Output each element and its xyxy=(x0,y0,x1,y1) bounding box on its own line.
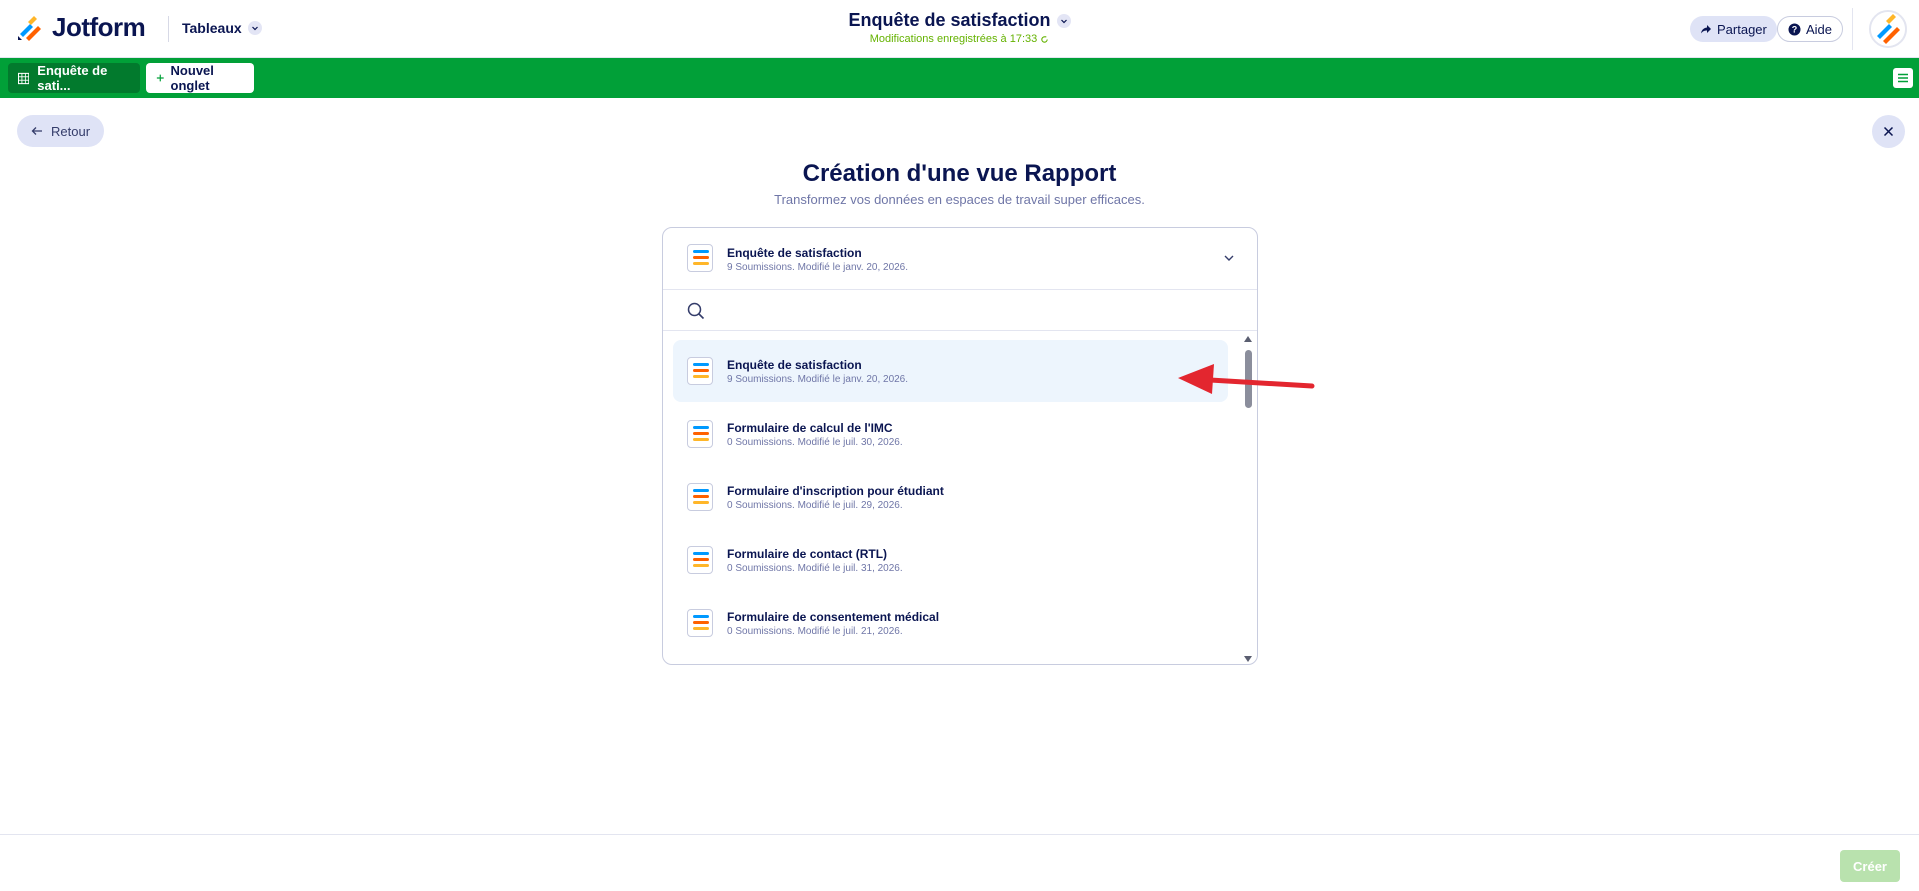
document-title[interactable]: Enquête de satisfaction xyxy=(848,10,1071,31)
annotation-arrow-icon xyxy=(1178,364,1315,394)
question-icon: ? xyxy=(1788,23,1801,35)
share-icon xyxy=(1701,25,1711,34)
document-title-area: Enquête de satisfaction Modifications en… xyxy=(0,10,1919,45)
form-icon xyxy=(687,546,713,574)
save-status: Modifications enregistrées à 17:33 xyxy=(0,33,1919,45)
share-button[interactable]: Partager xyxy=(1690,16,1777,42)
avatar-logo-icon xyxy=(1871,12,1905,46)
close-icon xyxy=(1883,126,1894,137)
list-item-title: Formulaire de calcul de l'IMC xyxy=(727,421,893,435)
refresh-icon xyxy=(1041,35,1049,43)
form-list: Enquête de satisfaction 9 Soumissions. M… xyxy=(663,332,1257,664)
scroll-down-arrow[interactable] xyxy=(1244,656,1252,662)
new-tab-label: Nouvel onglet xyxy=(170,63,214,93)
page-subtitle: Transformez vos données en espaces de tr… xyxy=(774,192,1145,207)
list-item-meta: 0 Soumissions. Modifié le juil. 29, 2026… xyxy=(727,500,903,511)
list-item-meta: 0 Soumissions. Modifié le juil. 30, 2026… xyxy=(727,437,903,448)
menu-button[interactable] xyxy=(1893,68,1913,88)
plus-icon xyxy=(156,74,164,82)
list-item[interactable]: Formulaire de calcul de l'IMC 0 Soumissi… xyxy=(673,403,1228,465)
close-button[interactable] xyxy=(1872,115,1905,148)
list-item[interactable]: Enquête de satisfaction 9 Soumissions. M… xyxy=(673,340,1228,402)
selected-form-meta: 9 Soumissions. Modifié le janv. 20, 2026… xyxy=(727,262,909,273)
tab-bar: Enquête de sati... Nouvel onglet xyxy=(0,58,1919,98)
help-label: Aide xyxy=(1806,21,1833,37)
form-selector-toggle[interactable]: Enquête de satisfaction 9 Soumissions. M… xyxy=(663,228,1257,290)
hamburger-icon xyxy=(1898,73,1908,83)
save-status-text: Modifications enregistrées à 17:33 xyxy=(869,33,1038,45)
form-icon xyxy=(687,357,713,385)
list-item-title: Enquête de satisfaction xyxy=(727,358,862,372)
tab-label: Enquête de sati... xyxy=(37,63,108,93)
new-tab-button[interactable]: Nouvel onglet xyxy=(146,63,254,93)
chevron-down-icon xyxy=(1224,255,1234,261)
list-item-title: Formulaire de contact (RTL) xyxy=(727,547,888,561)
tab-enquete[interactable]: Enquête de sati... xyxy=(8,63,140,93)
list-item[interactable]: Formulaire de contact (RTL) 0 Soumission… xyxy=(673,529,1228,591)
list-item-title: Formulaire de consentement médical xyxy=(727,610,940,624)
selected-form-title: Enquête de satisfaction xyxy=(727,246,862,260)
page-title: Création d'une vue Rapport xyxy=(802,160,1117,187)
footer-bar: Créer xyxy=(0,834,1919,891)
list-item[interactable]: Formulaire d'inscription pour étudiant 0… xyxy=(673,466,1228,528)
form-icon xyxy=(687,244,713,272)
document-title-text: Enquête de satisfaction xyxy=(848,10,1051,30)
top-bar: Jotform Tableaux Enquête de satisfaction… xyxy=(0,0,1919,58)
list-item[interactable]: Formulaire de consentement médical 0 Sou… xyxy=(673,592,1228,654)
create-button[interactable]: Créer xyxy=(1840,850,1900,882)
back-button[interactable]: Retour xyxy=(17,115,105,147)
list-item-meta: 0 Soumissions. Modifié le juil. 31, 2026… xyxy=(727,563,903,574)
chevron-down-icon xyxy=(1056,13,1071,28)
form-icon xyxy=(687,609,713,637)
search-input[interactable] xyxy=(713,298,1233,324)
list-item-title: Formulaire d'inscription pour étudiant xyxy=(727,484,944,498)
header-divider xyxy=(1852,8,1853,50)
help-button[interactable]: ? Aide xyxy=(1777,16,1844,42)
table-icon xyxy=(18,72,30,84)
search-bar xyxy=(663,291,1257,331)
svg-text:?: ? xyxy=(1792,24,1798,34)
user-avatar[interactable] xyxy=(1869,10,1907,48)
scroll-up-arrow[interactable] xyxy=(1244,336,1252,342)
search-icon xyxy=(687,302,705,320)
list-item-meta: 9 Soumissions. Modifié le janv. 20, 2026… xyxy=(727,374,909,385)
list-item-meta: 0 Soumissions. Modifié le juil. 21, 2026… xyxy=(727,626,903,637)
form-icon xyxy=(687,420,713,448)
form-selector: Enquête de satisfaction 9 Soumissions. M… xyxy=(662,227,1258,665)
form-icon xyxy=(687,483,713,511)
share-label: Partager xyxy=(1717,21,1767,37)
arrow-left-icon xyxy=(31,127,42,135)
back-label: Retour xyxy=(51,123,91,139)
